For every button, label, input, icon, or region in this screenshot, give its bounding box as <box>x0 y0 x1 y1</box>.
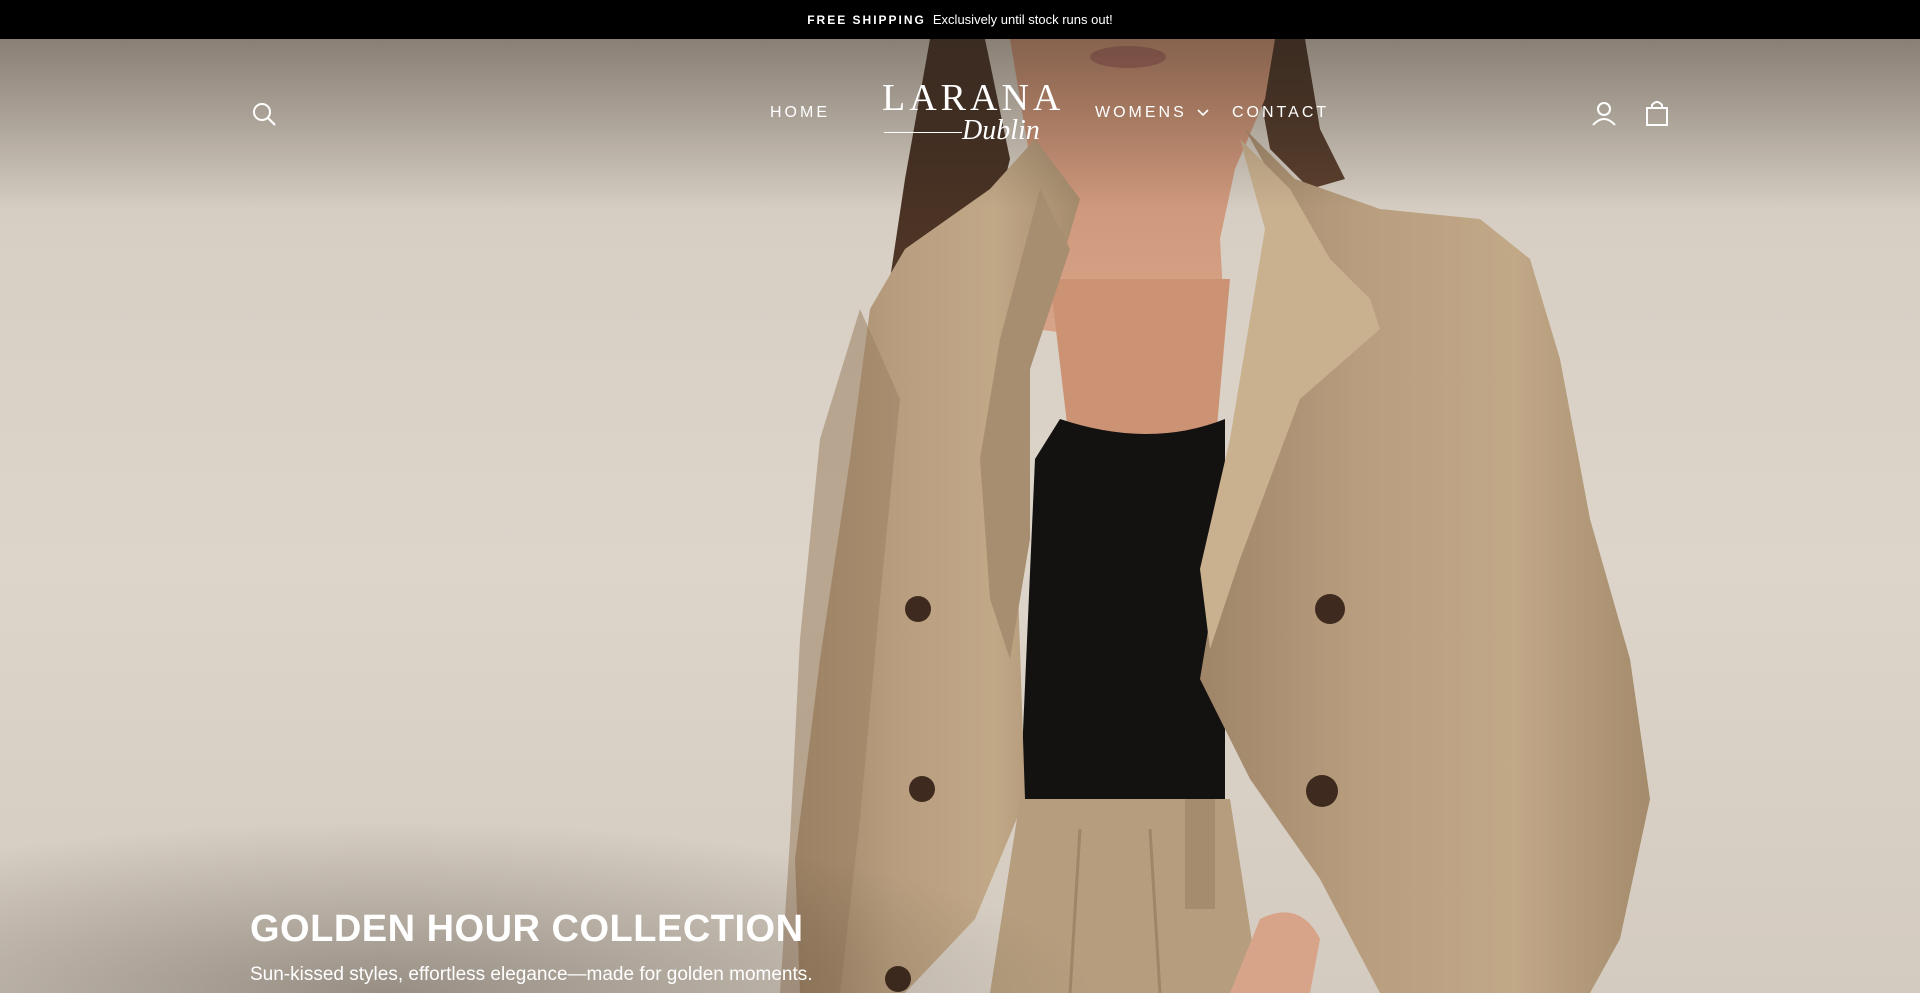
nav-home-link[interactable]: HOME <box>770 104 830 122</box>
nav-womens-dropdown[interactable]: WOMENS <box>1095 104 1209 122</box>
user-icon[interactable] <box>1591 101 1617 127</box>
hero-title: GOLDEN HOUR COLLECTION <box>250 908 804 950</box>
cart-icon[interactable] <box>1643 99 1671 127</box>
site-header: HOME LARANA Dublin WOMENS CONTACT <box>0 39 1920 189</box>
nav-womens-label: WOMENS <box>1095 104 1187 121</box>
announcement-bar: FREE SHIPPING Exclusively until stock ru… <box>0 0 1920 39</box>
nav-contact-link[interactable]: CONTACT <box>1232 104 1329 122</box>
logo[interactable]: LARANA Dublin <box>870 75 1060 147</box>
chevron-down-icon <box>1197 104 1209 122</box>
logo-divider <box>884 132 962 133</box>
logo-main: LARANA <box>882 77 1065 119</box>
hero-subtitle: Sun-kissed styles, effortless elegance—m… <box>250 964 813 985</box>
search-icon[interactable] <box>251 101 277 127</box>
announcement-text: Exclusively until stock runs out! <box>932 12 1113 27</box>
announcement-bold: FREE SHIPPING <box>807 12 926 27</box>
logo-sub: Dublin <box>962 115 1040 146</box>
